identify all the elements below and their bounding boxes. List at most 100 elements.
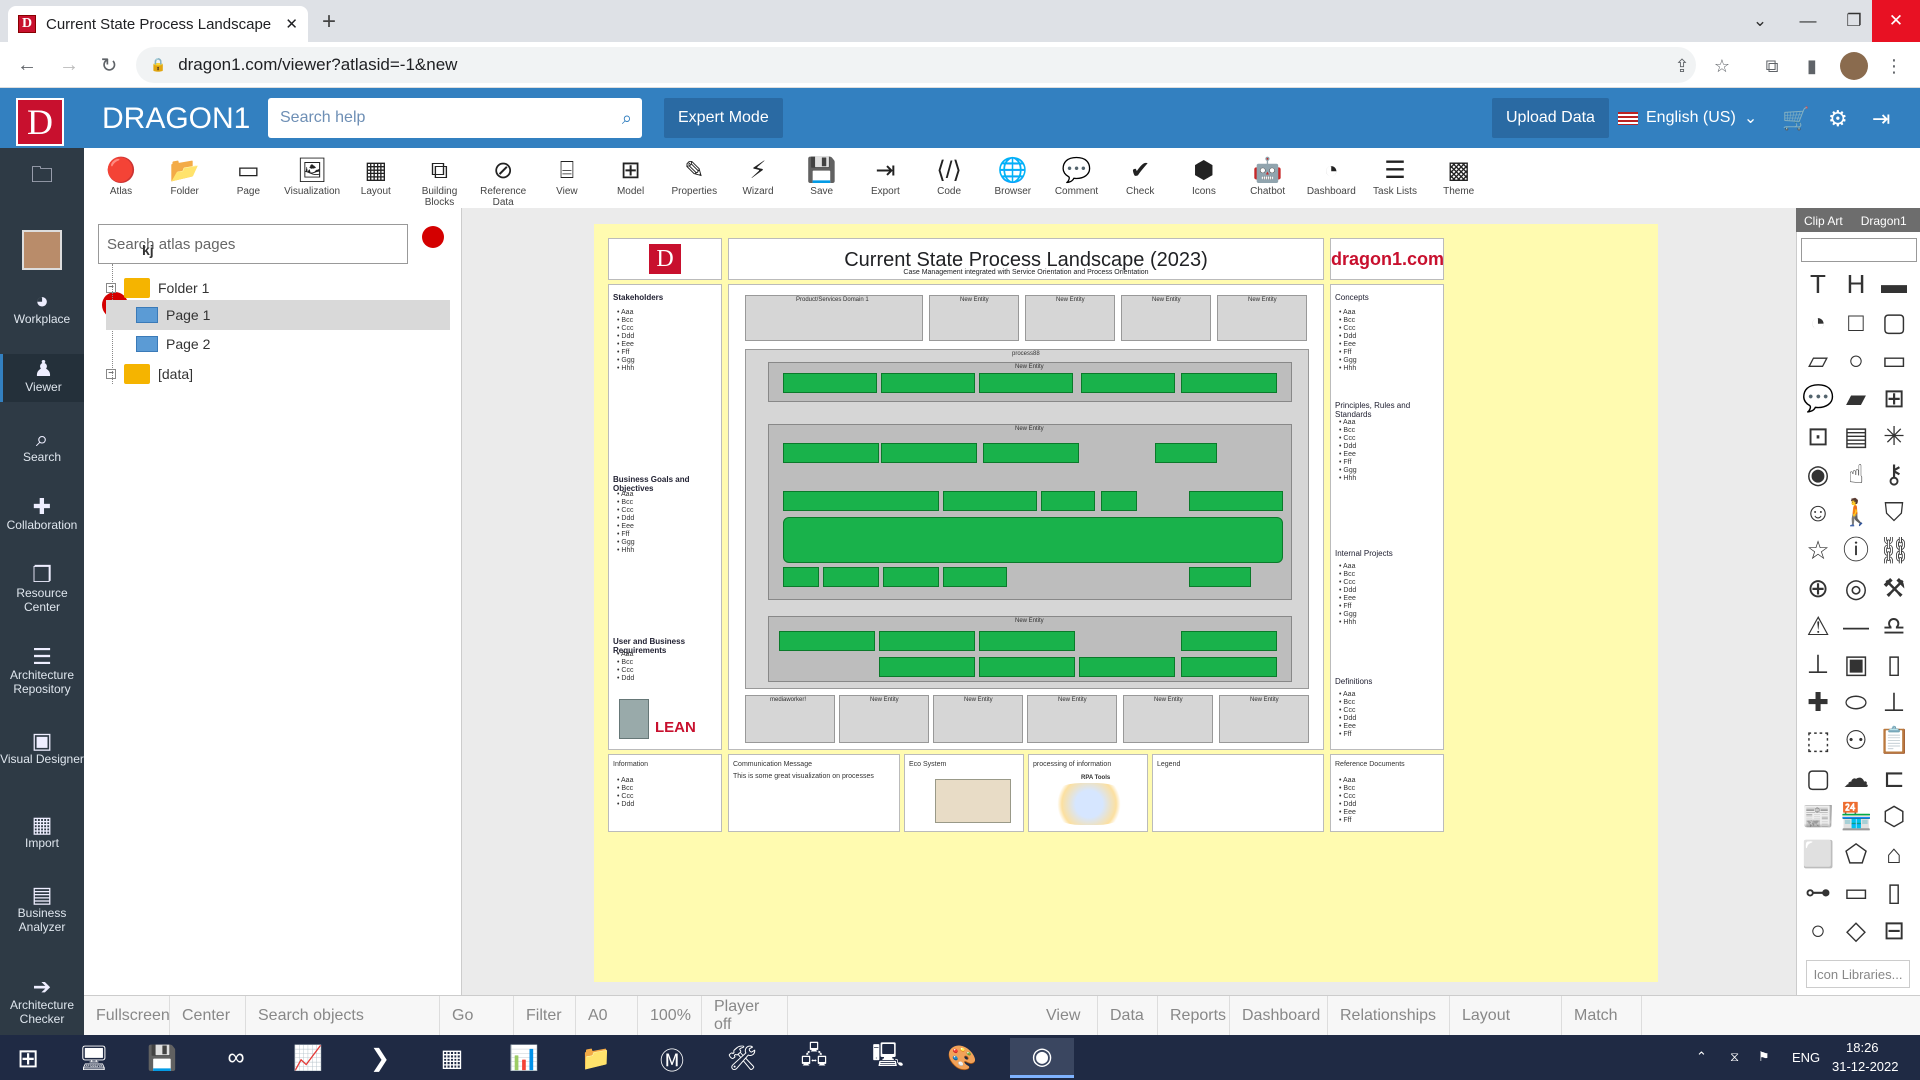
hand-icon[interactable]: ☝ xyxy=(1840,458,1872,490)
square-icon[interactable]: ▢ xyxy=(1802,762,1834,794)
chart-app-icon[interactable]: 📊 xyxy=(492,1038,556,1078)
minimize-icon[interactable]: — xyxy=(1784,0,1832,42)
paint-app-icon[interactable]: 🎨 xyxy=(930,1038,994,1078)
puzzle-icon[interactable]: ✚ xyxy=(1802,686,1834,718)
sidebar-item-viewer[interactable]: ♟ Viewer xyxy=(0,354,84,402)
shield-icon[interactable]: ⛉ xyxy=(1878,496,1910,528)
tool-export[interactable]: ⇥ Export xyxy=(854,156,916,197)
new-tab-icon[interactable]: + xyxy=(322,8,336,36)
service-block[interactable] xyxy=(879,631,975,651)
url-field[interactable]: 🔒 dragon1.com/viewer?atlasid=-1&new xyxy=(136,47,1696,83)
service-block[interactable] xyxy=(1155,443,1217,463)
service-block[interactable] xyxy=(1189,567,1251,587)
sidebar-item-business-analyzer[interactable]: ▤ Business Analyzer xyxy=(0,884,84,935)
tool-model[interactable]: ⊞ Model xyxy=(600,156,662,197)
card-shape-icon[interactable]: ▤ xyxy=(1840,420,1872,452)
save-app-icon[interactable]: 💾 xyxy=(130,1038,194,1078)
spreadsheet-app-icon[interactable]: ▦ xyxy=(420,1038,484,1078)
reference-docs-box[interactable]: Reference Documents • Aaa • Bcc • Ccc • … xyxy=(1330,754,1444,832)
sheet-logo-box[interactable]: D xyxy=(608,238,722,280)
powershell-icon[interactable]: ❯ xyxy=(348,1038,412,1078)
left-column-box[interactable]: Stakeholders • Aaa • Bcc • Ccc • Ddd • E… xyxy=(608,284,722,750)
tool-layout[interactable]: ▦ Layout xyxy=(345,156,407,197)
domain-box[interactable]: Product/Services Domain 1 xyxy=(745,295,923,341)
bar-shape-icon[interactable]: ▰ xyxy=(1840,382,1872,414)
ellipse-icon[interactable]: ⬭ xyxy=(1840,686,1872,718)
service-block[interactable] xyxy=(883,567,939,587)
warning-icon[interactable]: ⚠ xyxy=(1802,610,1834,642)
processing-box[interactable]: processing of information RPA Tools xyxy=(1028,754,1148,832)
link-icon[interactable]: ⛓ xyxy=(1878,534,1911,566)
browser-window-icon[interactable]: ⊟ xyxy=(1878,914,1910,946)
panel-icon[interactable]: ▯ xyxy=(1878,648,1910,680)
service-block[interactable] xyxy=(1041,491,1095,511)
rectangle-shape-icon[interactable]: □ xyxy=(1840,306,1872,338)
icon-libraries-button[interactable]: Icon Libraries... xyxy=(1806,960,1910,988)
process-container[interactable]: process88 New Entity New Entity New Enti… xyxy=(745,349,1309,689)
clock-date[interactable]: 31-12-2022 xyxy=(1832,1059,1899,1074)
profile-avatar[interactable] xyxy=(1840,52,1868,80)
entity-lane[interactable]: New Entity xyxy=(768,362,1292,402)
tool-page[interactable]: ▭ Page xyxy=(217,156,279,197)
service-block[interactable] xyxy=(943,567,1007,587)
monitor-app-icon[interactable]: 📈 xyxy=(276,1038,340,1078)
bottom-relationships[interactable]: Relationships xyxy=(1328,996,1450,1036)
parallelogram-shape-icon[interactable]: ▱ xyxy=(1802,344,1834,376)
tools-app-icon[interactable]: 🛠 xyxy=(710,1038,774,1078)
circle-shape-icon[interactable]: ○ xyxy=(1840,344,1872,376)
tool-code[interactable]: ⟨/⟩ Code xyxy=(918,156,980,197)
pentagon-icon[interactable]: ⌂ xyxy=(1878,838,1910,870)
service-block[interactable] xyxy=(779,631,875,651)
settings-icon[interactable]: ⚙ xyxy=(1828,106,1848,132)
walker-icon[interactable]: 🚶 xyxy=(1840,496,1872,528)
tool-properties[interactable]: ✎ Properties xyxy=(663,156,725,197)
extensions-icon[interactable]: ⧉ xyxy=(1758,52,1786,80)
bottom-dashboard[interactable]: Dashboard xyxy=(1230,996,1328,1036)
search-help-input[interactable]: Search help ⌕ xyxy=(268,98,642,138)
tree-item-page2[interactable]: Page 2 xyxy=(136,336,210,352)
line-icon[interactable]: — xyxy=(1840,610,1872,642)
language-selector[interactable]: English (US) ⌄ xyxy=(1618,108,1757,128)
tool-theme[interactable]: ▩ Theme xyxy=(1428,156,1490,197)
tool-wizard[interactable]: ⚡ Wizard xyxy=(727,156,789,197)
forward-icon[interactable]: → xyxy=(54,50,84,80)
domain-box[interactable]: New Entity xyxy=(1219,695,1309,743)
header-shape-icon[interactable]: H xyxy=(1840,268,1872,300)
org-chart-icon[interactable]: ⊞ xyxy=(1878,382,1910,414)
eye-icon[interactable]: ◉ xyxy=(1802,458,1834,490)
sidebar-item-workplace[interactable]: ◕ Workplace xyxy=(0,290,84,327)
back-icon[interactable]: ← xyxy=(12,50,42,80)
tool-icons[interactable]: ⬢ Icons xyxy=(1173,156,1235,197)
tabs-icon[interactable]: ⊏ xyxy=(1878,762,1910,794)
clipboard-icon[interactable]: 📋 xyxy=(1878,724,1910,756)
service-block[interactable] xyxy=(881,443,977,463)
flag-tray-icon[interactable]: ⚑ xyxy=(1758,1049,1770,1065)
tool-dashboard[interactable]: ◔ Dashboard xyxy=(1300,156,1362,197)
window-shape-icon[interactable]: ▭ xyxy=(1878,344,1910,376)
process-box-icon[interactable]: ▭ xyxy=(1840,876,1872,908)
atlas-status-dot[interactable] xyxy=(422,226,444,248)
newspaper-icon[interactable]: 📰 xyxy=(1802,800,1834,832)
tool-atlas[interactable]: 🔴 Atlas xyxy=(90,156,152,197)
landscape-main[interactable]: Product/Services Domain 1 New Entity New… xyxy=(728,284,1324,750)
upload-data-button[interactable]: Upload Data xyxy=(1492,98,1609,138)
sidepanel-icon[interactable]: ▮ xyxy=(1798,52,1826,80)
bottom-layout[interactable]: Layout xyxy=(1450,996,1562,1036)
tree-item-data[interactable]: − [data] xyxy=(106,364,193,384)
diamond-icon[interactable]: ◇ xyxy=(1840,914,1872,946)
service-block[interactable] xyxy=(1181,631,1277,651)
star-icon[interactable]: ☆ xyxy=(1802,534,1834,566)
bottom-go[interactable]: Go xyxy=(440,996,514,1036)
share-icon[interactable]: ⇪ xyxy=(1668,52,1696,80)
file-explorer-icon[interactable]: 📁 xyxy=(564,1038,628,1078)
information-box[interactable]: Information • Aaa • Bcc • Ccc • Ddd xyxy=(608,754,722,832)
search-icon[interactable]: ⌕ xyxy=(622,108,632,129)
reload-icon[interactable]: ↻ xyxy=(94,50,124,80)
service-cluster[interactable] xyxy=(783,517,1283,563)
bottom-view[interactable]: View xyxy=(1034,996,1098,1036)
hammer-icon[interactable]: ⚒ xyxy=(1878,572,1910,604)
service-block[interactable] xyxy=(783,443,879,463)
service-block[interactable] xyxy=(1181,373,1277,393)
domain-box[interactable]: mediaworker! xyxy=(745,695,835,743)
ecosystem-box[interactable]: Eco System xyxy=(904,754,1024,832)
